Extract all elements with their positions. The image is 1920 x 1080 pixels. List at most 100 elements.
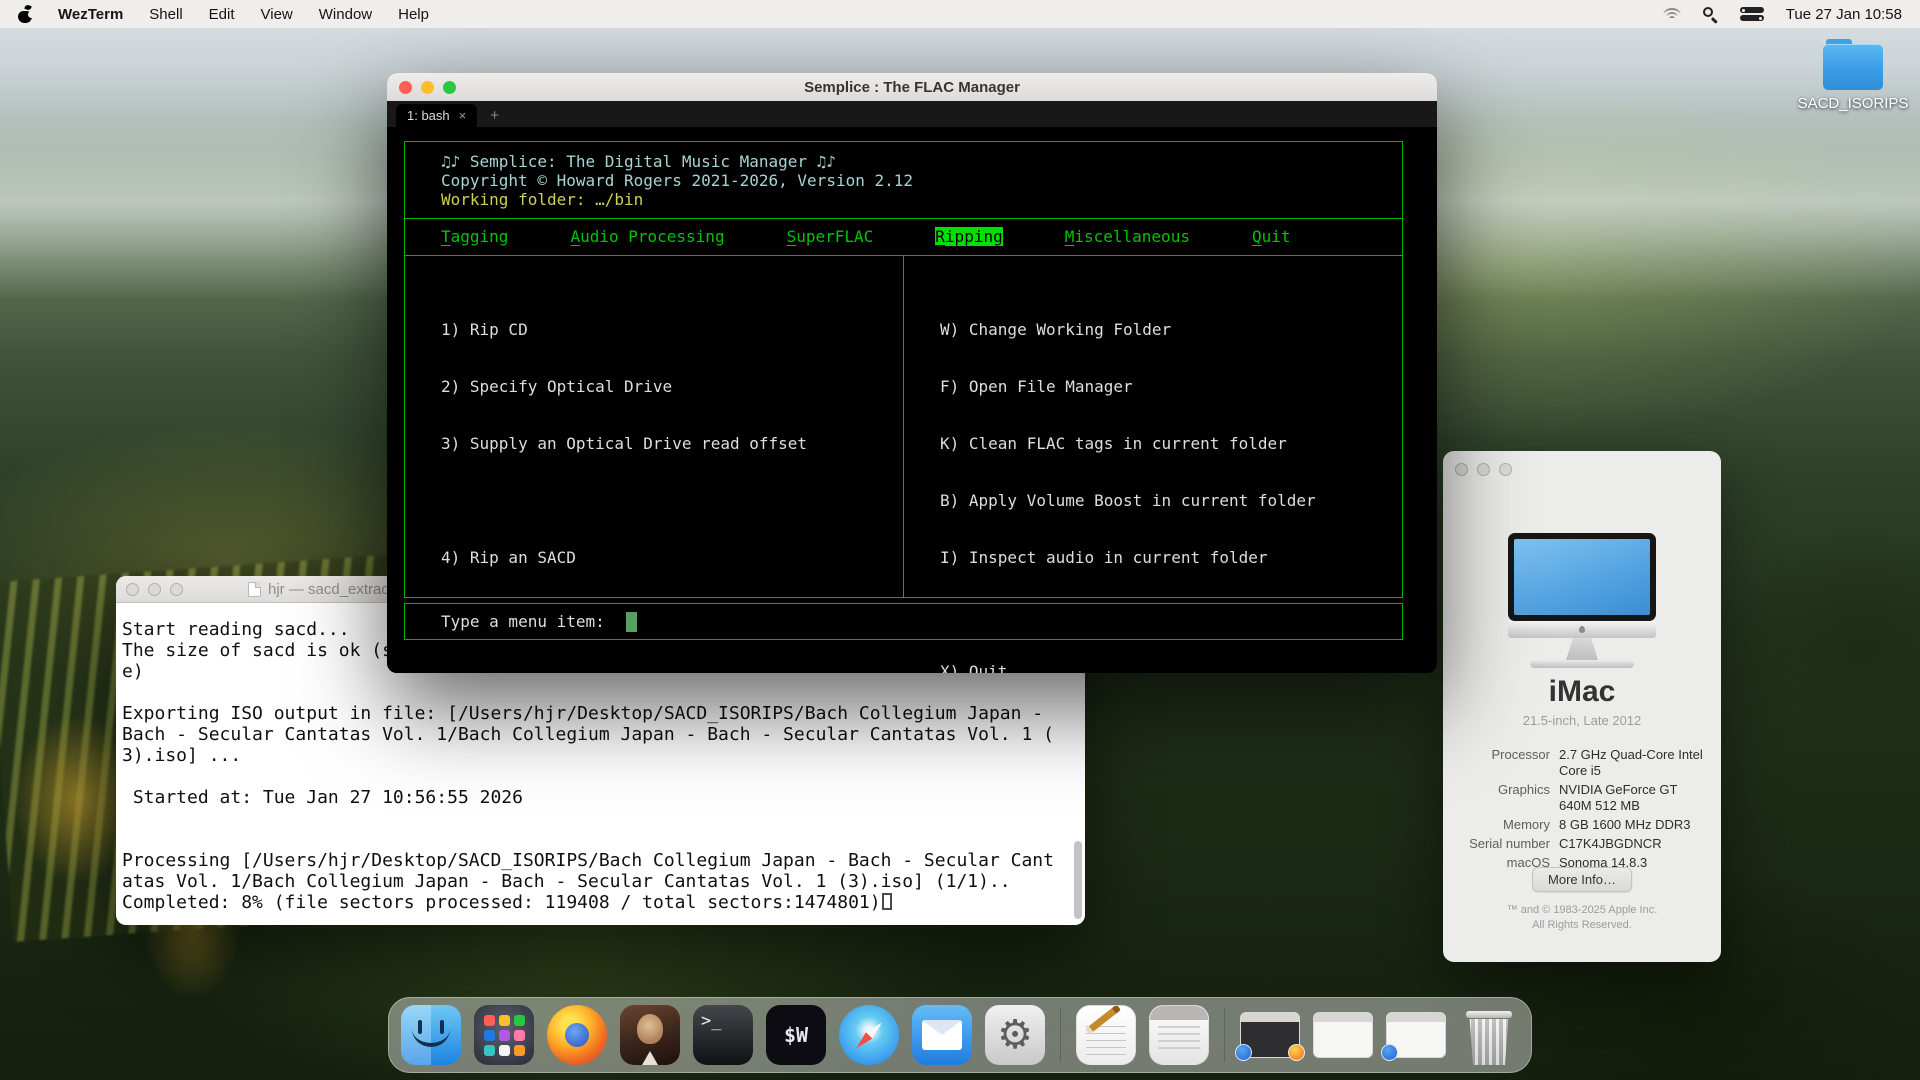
menubar-item-shell[interactable]: Shell [149, 6, 182, 23]
tui-working-folder: Working folder: …/bin [441, 190, 1402, 209]
terminal-line: Exporting ISO output in file: [/Users/hj… [122, 703, 1071, 724]
scrollbar[interactable] [1074, 841, 1082, 919]
trash-icon[interactable] [1459, 1005, 1519, 1065]
apple-logo-small [1579, 626, 1585, 633]
tab-bash[interactable]: 1: bash × [396, 104, 477, 127]
terminal-line [122, 766, 1071, 787]
terminal-line: atas Vol. 1/Bach Collegium Japan - Bach … [122, 871, 1071, 892]
terminal-title: hjr — sacd_extract [248, 581, 393, 598]
terminal-line [122, 829, 1071, 850]
textedit-icon[interactable] [1076, 1005, 1136, 1065]
tui-app-title: ♫♪ Semplice: The Digital Music Manager ♫… [441, 152, 1402, 171]
mac-model-subtitle: 21.5-inch, Late 2012 [1443, 713, 1721, 728]
document-app-icon[interactable] [1149, 1005, 1209, 1065]
tui-menu-miscellaneous[interactable]: Miscellaneous [1065, 227, 1190, 246]
sync-badge-icon [1381, 1044, 1398, 1061]
tui-option[interactable]: 4) Rip an SACD [441, 548, 807, 567]
tui-menu-superflac[interactable]: SuperFLAC [787, 227, 874, 246]
desktop-icon-sacd-isorips[interactable]: SACD_ISORIPS [1793, 44, 1913, 112]
zoom-button[interactable] [170, 583, 183, 596]
mail-icon[interactable] [912, 1005, 972, 1065]
imac-stand [1566, 638, 1598, 660]
tui-ripping-options: 1) Rip CD 2) Specify Optical Drive 3) Su… [441, 282, 807, 605]
minimize-button[interactable] [1477, 463, 1490, 476]
tui-option[interactable]: W) Change Working Folder [940, 320, 1316, 339]
close-button[interactable] [126, 583, 139, 596]
new-tab-button[interactable]: + [490, 107, 499, 124]
dock-divider [1224, 1008, 1225, 1062]
tui-option[interactable]: 1) Rip CD [441, 320, 807, 339]
terminal-line: Processing [/Users/hjr/Desktop/SACD_ISOR… [122, 850, 1071, 871]
firefox-badge-icon [1288, 1044, 1305, 1061]
terminal-cursor [882, 893, 892, 910]
minimized-window-icon[interactable] [1313, 1012, 1373, 1058]
terminal-line: Started at: Tue Jan 27 10:56:55 2026 [122, 787, 1071, 808]
terminal-line [122, 682, 1071, 703]
imac-illustration [1443, 533, 1721, 668]
tui-global-options: W) Change Working Folder F) Open File Ma… [940, 282, 1316, 673]
menubar-clock[interactable]: Tue 27 Jan 10:58 [1786, 6, 1902, 23]
control-center-icon[interactable] [1740, 7, 1764, 21]
terminal-line: 3).iso] ... [122, 745, 1071, 766]
tab-close-icon[interactable]: × [459, 108, 467, 123]
menubar-item-edit[interactable]: Edit [209, 6, 235, 23]
tui-option[interactable]: I) Inspect audio in current folder [940, 548, 1316, 567]
tui-menu-audio-processing[interactable]: Audio Processing [570, 227, 724, 246]
tui-option[interactable]: B) Apply Volume Boost in current folder [940, 491, 1316, 510]
close-button[interactable] [1455, 463, 1468, 476]
terminal-app-icon[interactable]: >_ [693, 1005, 753, 1065]
tui-menu-tagging[interactable]: Tagging [441, 227, 508, 246]
tui-content-box: 1) Rip CD 2) Specify Optical Drive 3) Su… [404, 256, 1403, 598]
terminal-line: Bach - Secular Cantatas Vol. 1/Bach Coll… [122, 724, 1071, 745]
tui-menu-quit[interactable]: Quit [1252, 227, 1291, 246]
document-proxy-icon [248, 582, 261, 597]
window-title: Semplice : The FLAC Manager [387, 79, 1437, 96]
terminal-line [122, 808, 1071, 829]
finder-icon[interactable] [401, 1005, 461, 1065]
imac-monitor [1508, 533, 1656, 621]
tui-option[interactable]: 3) Supply an Optical Drive read offset [441, 434, 807, 453]
spec-row-serial: Serial numberC17K4JBGDNCR [1457, 836, 1711, 852]
wezterm-icon[interactable]: $W [766, 1005, 826, 1065]
tui-option[interactable]: 2) Specify Optical Drive [441, 377, 807, 396]
spotlight-search-icon[interactable] [1703, 7, 1718, 22]
tab-bar: 1: bash × + [387, 101, 1437, 127]
tui-option[interactable]: K) Clean FLAC tags in current folder [940, 434, 1316, 453]
wifi-icon[interactable] [1664, 8, 1681, 21]
folder-icon [1823, 44, 1883, 90]
imac-chin [1508, 621, 1656, 638]
more-info-button[interactable]: More Info… [1532, 867, 1632, 892]
music-album-icon[interactable] [620, 1005, 680, 1065]
imac-base [1530, 660, 1634, 668]
tui-option[interactable]: F) Open File Manager [940, 377, 1316, 396]
tui-copyright: Copyright © Howard Rogers 2021-2026, Ver… [441, 171, 1402, 190]
apple-copyright: ™ and © 1983-2025 Apple Inc. All Rights … [1443, 903, 1721, 933]
tui-menu-bar: Tagging Audio Processing SuperFLAC Rippi… [404, 219, 1403, 256]
menubar-item-help[interactable]: Help [398, 6, 429, 23]
minimized-window-icon[interactable] [1386, 1012, 1446, 1058]
menubar-app-name[interactable]: WezTerm [58, 6, 123, 23]
tui-option[interactable]: X) Quit [940, 662, 1316, 673]
launchpad-icon[interactable] [474, 1005, 534, 1065]
dock: >_ $W ⚙ [388, 997, 1532, 1073]
spec-row-processor: Processor2.7 GHz Quad-Core Intel Core i5 [1457, 747, 1711, 779]
spec-row-memory: Memory8 GB 1600 MHz DDR3 [1457, 817, 1711, 833]
menubar-item-window[interactable]: Window [319, 6, 372, 23]
semplice-titlebar[interactable]: Semplice : The FLAC Manager [387, 73, 1437, 101]
firefox-icon[interactable] [547, 1005, 607, 1065]
about-this-mac-window[interactable]: iMac 21.5-inch, Late 2012 Processor2.7 G… [1443, 451, 1721, 962]
safari-icon[interactable] [839, 1005, 899, 1065]
mac-specs: Processor2.7 GHz Quad-Core Intel Core i5… [1457, 747, 1711, 871]
tui-option-spacer [441, 491, 807, 510]
minimized-window-icon[interactable] [1240, 1012, 1300, 1058]
apple-menu-icon[interactable] [18, 6, 32, 23]
tui-menu-ripping-active[interactable]: Ripping [935, 227, 1002, 246]
desktop-icon-label: SACD_ISORIPS [1798, 95, 1909, 112]
tui-prompt-label: Type a menu item: [441, 612, 605, 631]
minimize-button[interactable] [148, 583, 161, 596]
zoom-button[interactable] [1499, 463, 1512, 476]
system-settings-icon[interactable]: ⚙ [985, 1005, 1045, 1065]
menubar-item-view[interactable]: View [261, 6, 293, 23]
semplice-window[interactable]: Semplice : The FLAC Manager 1: bash × + … [387, 73, 1437, 673]
semplice-tui-screen: ♫♪ Semplice: The Digital Music Manager ♫… [387, 127, 1437, 673]
